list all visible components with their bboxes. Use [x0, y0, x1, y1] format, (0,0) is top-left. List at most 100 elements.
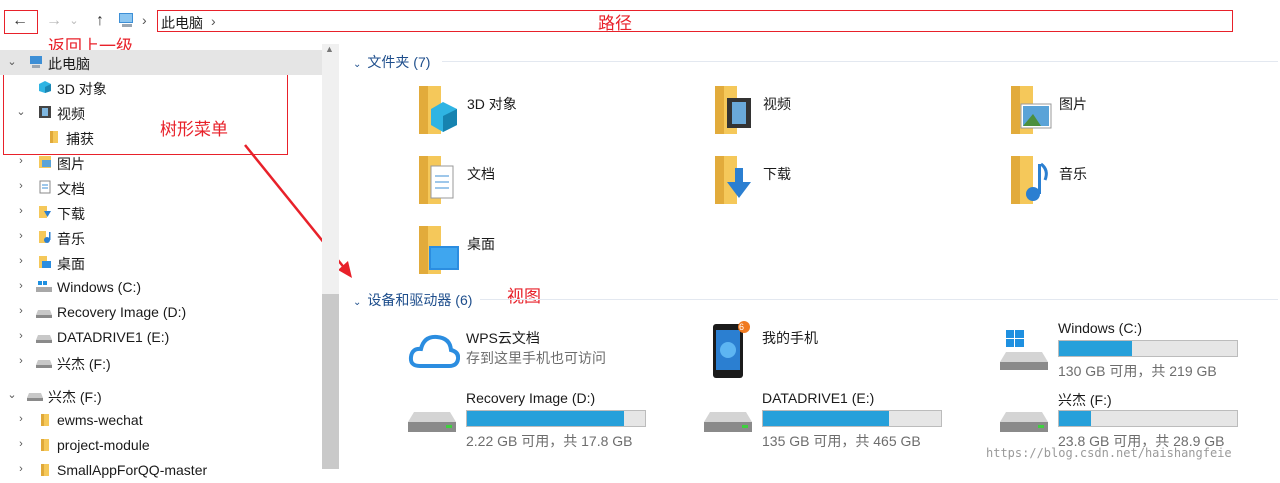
chevron-right-icon[interactable]: ›: [15, 180, 27, 192]
device-my-phone[interactable]: 6 我的手机: [704, 321, 964, 388]
folder-label: 文档: [467, 166, 495, 182]
up-button[interactable]: ↑: [88, 10, 112, 32]
chevron-right-icon[interactable]: ›: [15, 463, 27, 475]
folder-documents[interactable]: 文档: [415, 154, 675, 214]
drive-icon: [35, 305, 53, 319]
tree-item-label: 视频: [57, 106, 85, 122]
tree-item-drive-f-root[interactable]: ⌄ 兴杰 (F:): [0, 383, 322, 408]
chevron-down-icon: ⌄: [353, 297, 362, 308]
chevron-right-icon[interactable]: ›: [15, 205, 27, 217]
tree-item-desktop[interactable]: › 桌面: [0, 250, 322, 275]
tree-item-this-pc[interactable]: ⌄ 此电脑: [0, 50, 322, 75]
tree-item-downloads[interactable]: › 下载: [0, 200, 322, 225]
folders-section-header[interactable]: ⌄ 文件夹 (7): [353, 52, 430, 72]
chevron-right-icon[interactable]: ›: [15, 155, 27, 167]
folder-3d-objects[interactable]: 3D 对象: [415, 84, 675, 144]
folder-desktop[interactable]: 桌面: [415, 224, 675, 284]
device-subtitle: 135 GB 可用，共 465 GB: [762, 433, 921, 449]
device-name: 我的手机: [762, 330, 818, 346]
tree-item-label: SmallAppForQQ-master: [57, 462, 208, 478]
tree-item-project-module[interactable]: › project-module: [0, 433, 322, 458]
device-wps-cloud[interactable]: WPS云文档 存到这里手机也可访问: [408, 328, 668, 388]
device-name: Recovery Image (D:): [466, 390, 596, 406]
music-note-icon: [38, 230, 52, 244]
tree-item-pictures[interactable]: › 图片: [0, 150, 322, 175]
chevron-down-icon[interactable]: ⌄: [15, 105, 27, 118]
chevron-right-icon[interactable]: ›: [15, 330, 27, 342]
section-divider: [480, 299, 1278, 300]
breadcrumb-separator: ›: [142, 12, 147, 28]
folder-music[interactable]: 音乐: [1007, 154, 1267, 214]
chevron-right-icon[interactable]: ›: [15, 280, 27, 292]
chevron-down-icon: ⌄: [353, 59, 362, 70]
tree-item-ewms-wechat[interactable]: › ewms-wechat: [0, 408, 322, 433]
chevron-right-icon[interactable]: ›: [15, 305, 27, 317]
chevron-right-icon[interactable]: ›: [15, 413, 27, 425]
drive-icon: [35, 355, 53, 369]
tree-item-label: project-module: [57, 437, 150, 453]
chevron-right-icon[interactable]: ›: [15, 255, 27, 267]
drive-icon: [26, 388, 44, 402]
device-drive-e[interactable]: DATADRIVE1 (E:) 135 GB 可用，共 465 GB: [704, 390, 964, 450]
device-drive-c[interactable]: Windows (C:) 130 GB 可用，共 219 GB: [1000, 320, 1260, 380]
tree-item-label: 图片: [57, 156, 85, 172]
tree-scrollbar[interactable]: ▲: [322, 44, 339, 469]
chevron-right-icon[interactable]: ›: [15, 438, 27, 450]
devices-section-header[interactable]: ⌄ 设备和驱动器 (6): [353, 290, 472, 310]
recent-locations-button[interactable]: ⌄: [66, 10, 82, 32]
tree-item-label: Windows (C:): [57, 279, 142, 295]
folder-label: 音乐: [1059, 166, 1087, 182]
tree-item-videos[interactable]: ⌄ 视频: [0, 100, 322, 125]
folder-pictures[interactable]: 图片: [1007, 84, 1267, 144]
storage-usage-fill: [763, 411, 890, 426]
device-drive-f[interactable]: 兴杰 (F:) 23.8 GB 可用，共 28.9 GB: [1000, 390, 1260, 450]
annotation-path-label: 路径: [598, 14, 632, 34]
document-folder-icon: [415, 154, 461, 206]
annotation-box-back: [4, 10, 38, 34]
chevron-down-icon[interactable]: ⌄: [6, 55, 18, 68]
music-folder-icon: [1007, 154, 1053, 206]
notification-badge: 6: [739, 322, 745, 332]
drive-icon: [704, 408, 756, 441]
tree-item-drive-c[interactable]: › Windows (C:): [0, 275, 322, 300]
tree-item-label: 桌面: [57, 256, 85, 272]
devices-section-title: 设备和驱动器 (6): [367, 292, 473, 308]
folder-icon: [47, 130, 61, 144]
folder-label: 桌面: [467, 236, 495, 252]
forward-button[interactable]: →: [42, 10, 66, 32]
tree-item-drive-e[interactable]: › DATADRIVE1 (E:): [0, 325, 322, 350]
tree-item-3d-objects[interactable]: 3D 对象: [0, 75, 322, 100]
device-drive-d[interactable]: Recovery Image (D:) 2.22 GB 可用，共 17.8 GB: [408, 390, 668, 450]
watermark: https://blog.csdn.net/haishangfeie: [986, 446, 1232, 460]
folder-label: 图片: [1059, 96, 1087, 112]
chevron-right-icon[interactable]: ›: [15, 230, 27, 242]
device-subtitle: 存到这里手机也可访问: [466, 350, 606, 366]
tree-item-smallappforqq[interactable]: › SmallAppForQQ-master: [0, 458, 322, 483]
section-divider: [442, 61, 1278, 62]
device-name: WPS云文档: [466, 330, 540, 346]
scroll-up-icon[interactable]: ▲: [325, 44, 334, 54]
tree-item-captures[interactable]: 捕获: [0, 125, 322, 150]
folder-label: 下载: [763, 166, 791, 182]
scrollbar-thumb[interactable]: [322, 294, 339, 469]
storage-usage-bar: [762, 410, 942, 427]
tree-item-documents[interactable]: › 文档: [0, 175, 322, 200]
tree-item-drive-d[interactable]: › Recovery Image (D:): [0, 300, 322, 325]
device-name: Windows (C:): [1058, 320, 1143, 336]
storage-usage-bar: [1058, 410, 1238, 427]
tree-item-music[interactable]: › 音乐: [0, 225, 322, 250]
this-pc-icon: [118, 12, 136, 28]
tree-item-drive-f[interactable]: › 兴杰 (F:): [0, 350, 322, 375]
chevron-down-icon[interactable]: ⌄: [6, 388, 18, 401]
storage-usage-bar: [1058, 340, 1238, 357]
folder-downloads[interactable]: 下载: [711, 154, 971, 214]
drive-icon: [408, 408, 460, 441]
chevron-right-icon[interactable]: ›: [15, 355, 27, 367]
tree-item-label: 兴杰 (F:): [48, 389, 102, 405]
film-icon: [38, 105, 52, 119]
annotation-box-path: [157, 10, 1233, 32]
folder-icon: [38, 463, 52, 477]
windows-drive-icon: [35, 280, 53, 294]
folder-videos[interactable]: 视频: [711, 84, 971, 144]
device-subtitle: 2.22 GB 可用，共 17.8 GB: [466, 433, 633, 449]
